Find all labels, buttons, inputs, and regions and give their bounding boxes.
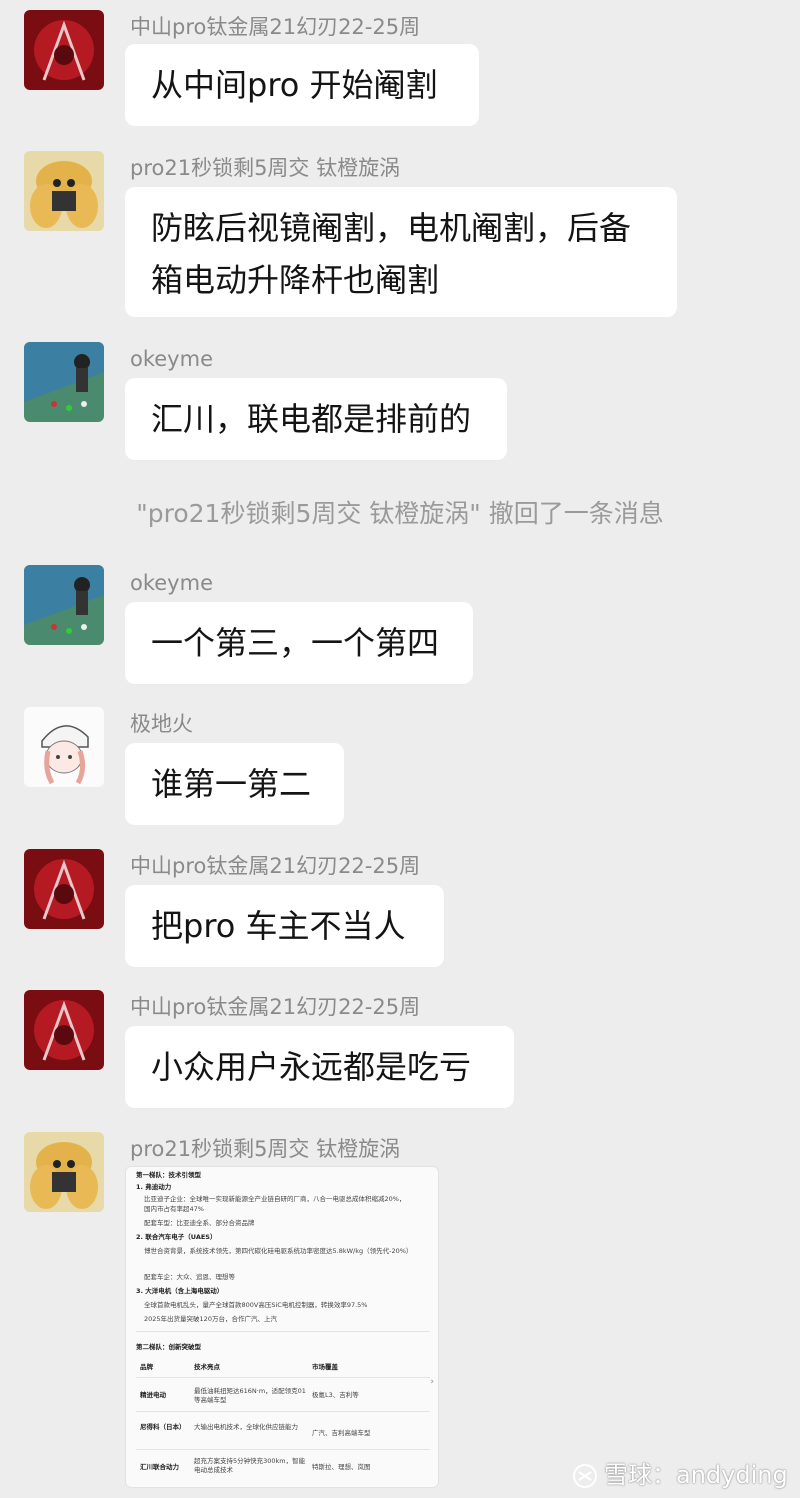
sender-name: 中山pro钛金属21幻刃22-25周 xyxy=(130,995,421,1019)
table-cell: 极氪L3、吉利等 xyxy=(312,1391,359,1399)
red-armor-avatar[interactable] xyxy=(24,990,104,1070)
message-text: 防眩后视镜阉割，电机阉割，后备 xyxy=(151,209,632,247)
table-header: 品牌 xyxy=(140,1363,153,1371)
message-bubble[interactable]: 从中间pro 开始阉割 xyxy=(125,44,479,126)
message-bubble[interactable]: 防眩后视镜阉割，电机阉割，后备 箱电动升降杆也阉割 xyxy=(125,187,677,317)
card-bullet: 比亚迪子企业：全球唯一实现新能源全产业链自研的厂商，八合一电驱总成体积缩减20%… xyxy=(144,1195,406,1203)
card-item-heading: 1. 弗迪动力 xyxy=(136,1183,172,1191)
table-cell: 大输出电机技术，全球化供应链能力 xyxy=(194,1423,298,1431)
message-text: 汇川，联电都是排前的 xyxy=(151,400,472,438)
red-armor-avatar[interactable] xyxy=(24,10,104,90)
image-message[interactable]: 第一梯队：技术引领型 1. 弗迪动力 比亚迪子企业：全球唯一实现新能源全产业链自… xyxy=(125,1166,439,1488)
message-bubble[interactable]: 一个第三，一个第四 xyxy=(125,602,473,684)
card-divider xyxy=(136,1449,430,1450)
message-text: 箱电动升降杆也阉割 xyxy=(151,261,440,299)
message-text: 一个第三，一个第四 xyxy=(151,624,440,662)
message-text: 谁第一第二 xyxy=(151,765,312,803)
card-divider xyxy=(136,1331,430,1332)
table-cell: 汇川联合动力 xyxy=(140,1463,179,1471)
sender-name: 中山pro钛金属21幻刃22-25周 xyxy=(130,854,421,878)
anime-girl-avatar[interactable] xyxy=(24,707,104,787)
card-bullet: 2025年出货量突破120万台，合作广汽、上汽 xyxy=(144,1315,277,1323)
child-photo-avatar[interactable] xyxy=(24,565,104,645)
message-text: 把pro 车主不当人 xyxy=(151,907,406,945)
message-bubble[interactable]: 小众用户永远都是吃亏 xyxy=(125,1026,514,1108)
message-bubble[interactable]: 汇川，联电都是排前的 xyxy=(125,378,507,460)
table-cell: 超充方案支持5分钟快充300km，智能电动总成技术 xyxy=(194,1457,306,1474)
sender-name: pro21秒锁剩5周交 钛橙旋涡 xyxy=(130,1137,401,1161)
snowball-logo-icon xyxy=(573,1464,597,1488)
sender-name: pro21秒锁剩5周交 钛橙旋涡 xyxy=(130,156,401,180)
yellow-character-avatar[interactable] xyxy=(24,151,104,231)
card-bullet: 国内市占有率超47% xyxy=(144,1205,204,1213)
table-cell: 最低油耗扭矩达616N·m，适配领克01等高端车型 xyxy=(194,1387,306,1404)
sender-name: 极地火 xyxy=(130,712,193,736)
card-bullet: 配套车型：比亚迪全系、部分合资品牌 xyxy=(144,1219,255,1227)
watermark-text: 雪球：andyding xyxy=(604,1461,788,1489)
card-section-title: 第二梯队：创新突破型 xyxy=(136,1343,201,1351)
card-item-heading: 2. 联合汽车电子（UAES） xyxy=(136,1233,217,1241)
table-cell: 尼得科（日本） xyxy=(140,1423,186,1431)
recall-notice: "pro21秒锁剩5周交 钛橙旋涡" 撤回了一条消息 xyxy=(136,499,664,528)
table-cell: 广汽、吉利高端车型 xyxy=(312,1429,371,1437)
watermark: 雪球：andyding xyxy=(572,1460,788,1490)
card-item-heading: 3. 大洋电机（含上海电驱动） xyxy=(136,1287,224,1295)
card-section-title: 第一梯队：技术引领型 xyxy=(136,1171,201,1179)
card-bullet: 博世合资背景，系统技术领先，第四代碳化硅电驱系统功率密度达5.8kW/kg（领先… xyxy=(144,1247,413,1255)
message-text: 从中间pro 开始阉割 xyxy=(151,66,438,104)
table-header: 市场覆盖 xyxy=(312,1363,338,1371)
message-text: 小众用户永远都是吃亏 xyxy=(151,1048,472,1086)
sender-name: 中山pro钛金属21幻刃22-25周 xyxy=(130,15,421,39)
message-bubble[interactable]: 谁第一第二 xyxy=(125,743,344,825)
sender-name: okeyme xyxy=(130,347,213,371)
table-cell: 特斯拉、理想、岚图 xyxy=(312,1463,371,1471)
message-bubble[interactable]: 把pro 车主不当人 xyxy=(125,885,444,967)
card-bullet: 全球首款电机乱头，量产全球首款800V高压SiC电机控制器，转换效率97.5% xyxy=(144,1301,368,1309)
chevron-right-icon: › xyxy=(430,1377,434,1387)
card-bullet: 配套车企：大众、追恩、理想等 xyxy=(144,1273,235,1281)
yellow-character-avatar[interactable] xyxy=(24,1132,104,1212)
sender-name: okeyme xyxy=(130,571,213,595)
card-divider xyxy=(136,1411,430,1412)
table-header: 技术亮点 xyxy=(194,1363,220,1371)
child-photo-avatar[interactable] xyxy=(24,342,104,422)
red-armor-avatar[interactable] xyxy=(24,849,104,929)
table-cell: 精进电动 xyxy=(140,1391,166,1399)
card-divider xyxy=(136,1377,430,1378)
